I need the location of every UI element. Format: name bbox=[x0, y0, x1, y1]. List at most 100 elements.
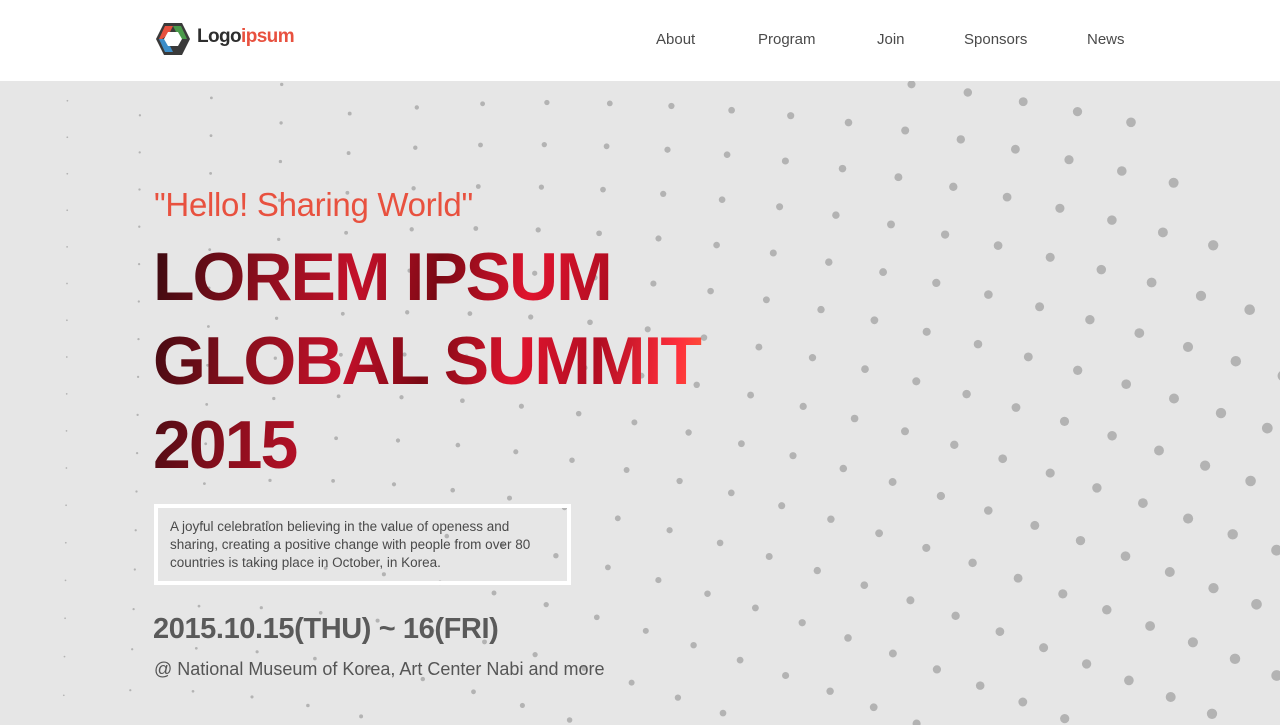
background-dot bbox=[413, 145, 418, 150]
nav-item-news[interactable]: News bbox=[1087, 31, 1125, 48]
background-dot bbox=[718, 196, 726, 204]
background-dot bbox=[414, 105, 419, 110]
background-dot bbox=[870, 316, 879, 325]
background-dot bbox=[605, 564, 611, 571]
background-dot bbox=[995, 627, 1005, 636]
background-dot bbox=[1271, 544, 1280, 556]
background-dot bbox=[614, 515, 621, 522]
background-dot bbox=[1064, 155, 1074, 165]
background-dot bbox=[719, 709, 727, 717]
background-dot bbox=[132, 607, 135, 611]
background-dot bbox=[1208, 582, 1219, 594]
background-dot bbox=[66, 136, 69, 139]
site-header: Logoipsum About Program Join Sponsors Ne… bbox=[0, 0, 1280, 81]
background-dot bbox=[907, 81, 916, 89]
background-dot bbox=[765, 553, 773, 560]
background-dot bbox=[1227, 529, 1238, 540]
background-dot bbox=[642, 627, 649, 634]
background-dot bbox=[279, 121, 283, 125]
background-dot bbox=[1011, 403, 1021, 412]
background-dot bbox=[359, 714, 364, 719]
background-dot bbox=[628, 679, 635, 686]
background-dot bbox=[664, 146, 671, 153]
background-dot bbox=[950, 440, 959, 449]
background-dot bbox=[1134, 328, 1145, 338]
background-dot bbox=[901, 126, 910, 135]
background-dot bbox=[63, 655, 66, 658]
background-dot bbox=[860, 581, 869, 590]
background-dot bbox=[1073, 365, 1083, 375]
background-dot bbox=[728, 106, 735, 114]
background-dot bbox=[1165, 692, 1176, 702]
background-dot bbox=[983, 506, 993, 515]
background-dot bbox=[64, 579, 67, 582]
background-dot bbox=[839, 464, 848, 473]
background-dot bbox=[66, 319, 68, 322]
background-dot bbox=[66, 172, 69, 175]
hero-section: "Hello! Sharing World" LOREM IPSUM GLOBA… bbox=[0, 81, 1280, 725]
hero-title-line-3: 2015 bbox=[153, 407, 297, 483]
background-dot bbox=[1271, 670, 1280, 681]
background-dot bbox=[66, 209, 69, 212]
nav-item-about[interactable]: About bbox=[656, 31, 695, 48]
background-dot bbox=[922, 327, 931, 336]
background-dot bbox=[912, 377, 921, 386]
background-dot bbox=[844, 634, 852, 642]
background-dot bbox=[1244, 304, 1255, 315]
event-date: 2015.10.15(THU) ~ 16(FRI) bbox=[153, 613, 499, 645]
hero-title: LOREM IPSUM GLOBAL SUMMIT 2015 bbox=[153, 235, 773, 487]
background-dot bbox=[956, 135, 966, 144]
hero-description: A joyful celebration believing in the va… bbox=[154, 504, 571, 585]
background-dot bbox=[1059, 416, 1070, 426]
background-dot bbox=[66, 246, 68, 248]
background-dot bbox=[1229, 653, 1241, 665]
background-dot bbox=[66, 99, 69, 102]
background-dot bbox=[346, 151, 351, 156]
background-dot bbox=[1261, 422, 1273, 434]
background-dot bbox=[543, 601, 549, 608]
background-dot bbox=[1085, 315, 1095, 325]
background-dot bbox=[197, 604, 201, 608]
background-dot bbox=[655, 577, 662, 584]
background-dot bbox=[250, 695, 254, 699]
background-dot bbox=[922, 543, 931, 552]
background-dot bbox=[138, 225, 141, 228]
background-dot bbox=[600, 186, 606, 193]
background-dot bbox=[668, 102, 675, 110]
nav-item-program[interactable]: Program bbox=[758, 31, 816, 48]
background-dot bbox=[1145, 621, 1156, 631]
background-dot bbox=[1154, 445, 1164, 456]
background-dot bbox=[491, 590, 497, 596]
background-dot bbox=[666, 527, 673, 534]
background-dot bbox=[782, 671, 790, 680]
background-dot bbox=[538, 184, 545, 190]
background-dot bbox=[798, 619, 806, 627]
background-dot bbox=[65, 356, 68, 358]
background-dot bbox=[1168, 177, 1179, 188]
background-dot bbox=[133, 568, 136, 571]
background-dot bbox=[1018, 697, 1028, 707]
background-dot bbox=[1251, 598, 1262, 610]
background-dot bbox=[137, 337, 140, 341]
background-dot bbox=[951, 611, 960, 620]
background-dot bbox=[65, 430, 68, 432]
background-dot bbox=[968, 558, 977, 568]
background-dot bbox=[1081, 659, 1092, 669]
background-dot bbox=[832, 211, 840, 219]
hero-title-line-2: GLOBAL SUMMIT bbox=[153, 323, 700, 399]
background-dot bbox=[949, 182, 958, 191]
background-dot bbox=[535, 227, 541, 233]
background-dot bbox=[62, 694, 65, 697]
background-dot bbox=[1230, 355, 1242, 367]
background-dot bbox=[566, 717, 573, 723]
background-dot bbox=[209, 134, 213, 138]
background-dot bbox=[789, 452, 797, 460]
nav-item-sponsors[interactable]: Sponsors bbox=[964, 31, 1027, 48]
background-dot bbox=[64, 617, 66, 620]
background-dot bbox=[136, 375, 140, 379]
background-dot bbox=[1146, 277, 1157, 288]
nav-item-join[interactable]: Join bbox=[877, 31, 905, 48]
event-venue: @ National Museum of Korea, Art Center N… bbox=[154, 659, 605, 679]
background-dot bbox=[674, 694, 682, 701]
background-dot bbox=[1058, 589, 1068, 599]
